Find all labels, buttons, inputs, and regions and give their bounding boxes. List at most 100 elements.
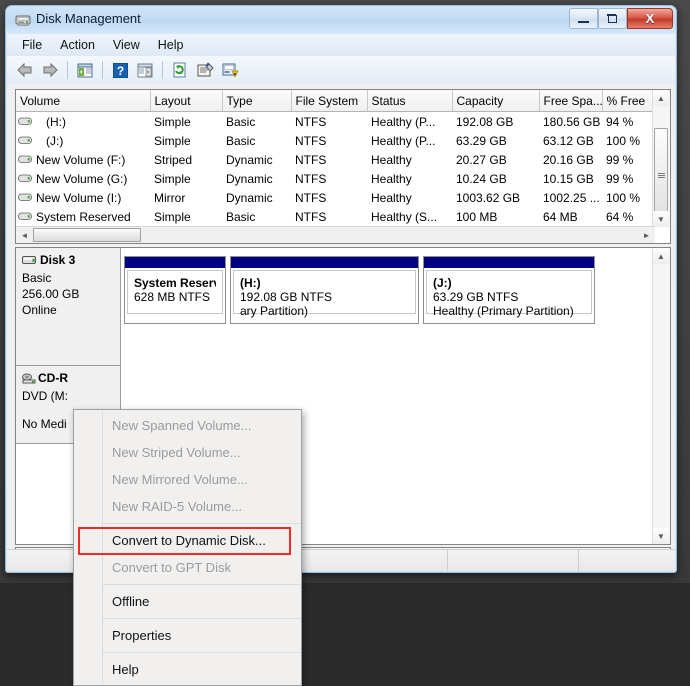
cell-free-space: 64 MB xyxy=(543,209,578,224)
partition-size: 192.08 GB NTFS xyxy=(240,290,333,304)
partition-status: Healthy (Primary Partition) xyxy=(433,304,574,318)
context-menu-separator xyxy=(103,584,301,585)
disk-icon xyxy=(22,255,37,269)
column-header-volume[interactable]: Volume xyxy=(16,90,151,112)
partition-system-reserved[interactable]: System Reserv 628 MB NTFS xyxy=(124,256,226,324)
vertical-scroll-thumb[interactable] xyxy=(654,128,668,224)
forward-arrow-icon[interactable] xyxy=(38,58,62,82)
cell-percent-free: 64 % xyxy=(606,209,634,224)
context-menu-item-properties[interactable]: Properties xyxy=(74,622,301,649)
context-menu-item-offline[interactable]: Offline xyxy=(74,588,301,615)
cell-capacity: 100 MB xyxy=(456,209,498,224)
scroll-down-arrow-icon[interactable]: ▼ xyxy=(653,211,669,227)
disk-management-window: Disk Management X File Action View Help xyxy=(5,5,677,686)
cell-layout: Mirror xyxy=(154,190,186,205)
table-row[interactable]: New Volume (I:) Mirror Dynamic NTFS Healthy 1… xyxy=(16,188,655,207)
column-header-status[interactable]: Status xyxy=(367,90,453,112)
cell-capacity: 20.27 GB xyxy=(456,152,507,167)
status-section-3 xyxy=(579,550,675,571)
cell-layout: Simple xyxy=(154,209,191,224)
cdrom-title-line: CD-R xyxy=(22,371,114,387)
cell-layout: Striped xyxy=(154,152,193,167)
volume-icon xyxy=(18,211,33,221)
volume-list-horizontal-scrollbar[interactable]: ◄ ► xyxy=(16,226,655,243)
menu-view[interactable]: View xyxy=(104,36,149,54)
highlight-annotation xyxy=(78,527,291,555)
volume-list[interactable]: Volume Layout Type File System Status Ca… xyxy=(15,89,671,244)
menu-bar: File Action View Help xyxy=(7,34,675,57)
column-header-percent-free[interactable]: % Free xyxy=(602,90,656,112)
table-row[interactable]: (H:) Simple Basic NTFS Healthy (P... 192.08 G… xyxy=(16,112,655,132)
cell-volume: (J:) xyxy=(16,131,150,150)
menu-action[interactable]: Action xyxy=(51,36,104,54)
volume-list-vertical-scrollbar[interactable]: ▲ ▼ xyxy=(652,90,670,227)
cell-volume: New Volume (I:) xyxy=(16,188,150,207)
context-menu-item-new-raid-5-volume: New RAID-5 Volume... xyxy=(112,499,243,514)
properties-icon[interactable] xyxy=(193,58,217,82)
table-row[interactable]: New Volume (G:) Simple Dynamic NTFS Healthy 1… xyxy=(16,169,655,188)
partition-label: (H:) xyxy=(240,276,261,290)
partition-capacity-bar xyxy=(424,257,594,268)
menu-file[interactable]: File xyxy=(13,36,51,54)
context-menu-item-convert-to-gpt-disk: Convert to GPT Disk xyxy=(112,560,231,575)
cell-volume: (H:) xyxy=(16,112,150,132)
disk-state: Online xyxy=(22,303,57,317)
cell-volume: New Volume (G:) xyxy=(16,169,150,188)
minimize-button[interactable] xyxy=(569,8,598,29)
cell-type: Basic xyxy=(226,114,256,129)
column-header-type[interactable]: Type xyxy=(222,90,292,112)
cell-file-system: NTFS xyxy=(295,190,327,205)
back-arrow-icon[interactable] xyxy=(13,58,37,82)
cell-capacity: 192.08 GB xyxy=(456,114,514,129)
disk-info-panel[interactable]: Disk 3 Basic 256.00 GB Online xyxy=(16,248,121,366)
disk-pane-vertical-scrollbar[interactable]: ▲ ▼ xyxy=(652,248,670,544)
toolbar-separator xyxy=(102,61,103,79)
status-section-2 xyxy=(448,550,579,571)
cdrom-type: DVD (M: xyxy=(22,389,68,403)
close-button[interactable]: X xyxy=(627,8,673,29)
context-menu-separator xyxy=(103,618,301,619)
window-title: Disk Management xyxy=(36,11,141,26)
toolbar-separator xyxy=(67,61,68,79)
partition-h-drive[interactable]: (H:) 192.08 GB NTFS ary Partition) xyxy=(230,256,419,324)
scroll-up-arrow-icon[interactable]: ▲ xyxy=(653,90,669,106)
horizontal-scroll-thumb[interactable] xyxy=(33,228,141,242)
scroll-right-arrow-icon[interactable]: ► xyxy=(639,228,654,242)
table-row[interactable]: System Reserved Simple Basic NTFS Healthy (S… xyxy=(16,207,655,226)
show-hide-action-pane-icon[interactable] xyxy=(133,58,157,82)
rescan-disks-icon[interactable] xyxy=(218,58,242,82)
disk-title-line: Disk 3 xyxy=(22,253,114,269)
partition-size: 628 MB NTFS xyxy=(134,290,211,304)
show-hide-console-tree-icon[interactable] xyxy=(73,58,97,82)
context-menu-item-help[interactable]: Help xyxy=(74,656,301,683)
volume-icon xyxy=(18,173,33,183)
cell-volume: System Reserved xyxy=(16,207,150,226)
cdrom-icon xyxy=(22,373,36,387)
context-menu[interactable]: New Spanned Volume... New Striped Volume.… xyxy=(73,409,302,686)
volume-icon xyxy=(18,192,33,202)
disk-name: Disk 3 xyxy=(40,253,76,267)
disk-management-icon xyxy=(15,12,31,28)
help-icon[interactable]: ? xyxy=(108,58,132,82)
partition-j-drive[interactable]: (J:) 63.29 GB NTFS Healthy (Primary Part… xyxy=(423,256,595,324)
refresh-icon[interactable] xyxy=(168,58,192,82)
maximize-button[interactable] xyxy=(598,8,627,29)
disk-scroll-down-arrow-icon[interactable]: ▼ xyxy=(653,528,669,544)
column-header-layout[interactable]: Layout xyxy=(150,90,223,112)
scroll-left-arrow-icon[interactable]: ◄ xyxy=(17,228,32,242)
table-row[interactable]: New Volume (F:) Striped Dynamic NTFS Healthy… xyxy=(16,150,655,169)
disk-row-disk3[interactable]: Disk 3 Basic 256.00 GB Online System Res… xyxy=(16,248,653,366)
column-header-capacity[interactable]: Capacity xyxy=(452,90,540,112)
title-bar[interactable]: Disk Management X xyxy=(6,6,676,34)
context-menu-item-convert-to-dynamic-disk[interactable]: Convert to Dynamic Disk... xyxy=(74,527,301,555)
disk-scroll-up-arrow-icon[interactable]: ▲ xyxy=(653,248,669,264)
cell-file-system: NTFS xyxy=(295,152,327,167)
context-menu-item-new-striped-volume: New Striped Volume... xyxy=(112,445,241,460)
partition-label: System Reserv xyxy=(134,276,216,290)
context-menu-item-new-mirrored-volume: New Mirrored Volume... xyxy=(112,472,248,487)
column-header-free-space[interactable]: Free Spa... xyxy=(539,90,603,112)
table-row[interactable]: (J:) Simple Basic NTFS Healthy (P... 63.29 GB… xyxy=(16,131,655,150)
column-header-file-system[interactable]: File System xyxy=(291,90,368,112)
partition-details: (J:) 63.29 GB NTFS Healthy (Primary Part… xyxy=(426,270,592,318)
menu-help[interactable]: Help xyxy=(149,36,193,54)
